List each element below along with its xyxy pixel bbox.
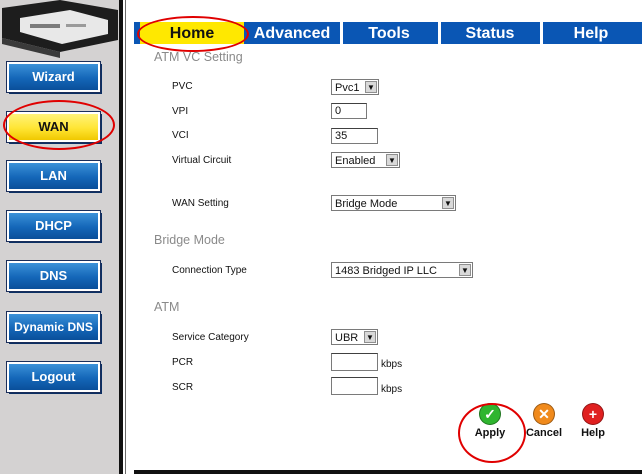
wan-setting-value: Bridge Mode	[335, 198, 398, 210]
main-bottom-border	[134, 470, 642, 474]
vci-label: VCI	[172, 130, 189, 141]
sidebar-item-logout[interactable]: Logout	[6, 361, 101, 393]
sidebar-item-wizard[interactable]: Wizard	[6, 61, 101, 93]
pcr-label: PCR	[172, 357, 194, 368]
tab-separator	[540, 22, 543, 44]
sidebar-item-label: Wizard	[32, 69, 75, 84]
sidebar-item-dns[interactable]: DNS	[6, 260, 101, 292]
vci-input[interactable]: 35	[331, 128, 378, 144]
vpi-input[interactable]: 0	[331, 103, 367, 119]
tab-status[interactable]: Status	[442, 22, 538, 44]
sidebar-item-label: DNS	[39, 268, 68, 283]
virtual-circuit-value: Enabled	[335, 155, 376, 167]
sidebar-item-dynamic-dns[interactable]: Dynamic DNS	[6, 311, 101, 343]
virtual-circuit-select[interactable]: Enabled ▼	[331, 152, 400, 168]
sidebar-item-label: Logout	[31, 369, 76, 384]
tab-home[interactable]: Home	[140, 22, 244, 44]
vpi-label: VPI	[172, 106, 189, 117]
tab-label: Status	[465, 25, 515, 42]
sidebar-item-wan[interactable]: WAN	[6, 111, 101, 143]
tab-label: Help	[573, 25, 609, 42]
connection-type-select[interactable]: 1483 Bridged IP LLC ▼	[331, 262, 473, 278]
section-title-atm: ATM	[154, 300, 180, 314]
tab-label: Advanced	[253, 25, 331, 42]
chevron-down-icon: ▼	[442, 197, 454, 209]
chevron-down-icon: ▼	[364, 331, 376, 343]
top-tab-bar: Home Advanced Tools Status Help	[134, 22, 642, 44]
chevron-down-icon: ▼	[386, 154, 398, 166]
tab-label: Tools	[368, 25, 410, 42]
cancel-label: Cancel	[525, 427, 563, 439]
chevron-down-icon: ▼	[459, 264, 471, 276]
wan-setting-select[interactable]: Bridge Mode ▼	[331, 195, 456, 211]
sidebar-item-label: WAN	[38, 119, 69, 134]
sidebar-item-label: DHCP	[35, 218, 72, 233]
pcr-unit: kbps	[381, 359, 403, 370]
tab-separator	[340, 22, 343, 44]
sidebar-divider-line	[125, 0, 126, 474]
scr-label: SCR	[172, 382, 194, 393]
sidebar-item-label: LAN	[40, 168, 67, 183]
section-title-atm-vc: ATM VC Setting	[154, 50, 243, 64]
sidebar: Wizard WAN LAN DHCP DNS Dynamic DNS Logo…	[0, 0, 120, 474]
section-title-bridge-mode: Bridge Mode	[154, 233, 225, 247]
connection-type-label: Connection Type	[172, 265, 247, 276]
plus-help-icon: +	[582, 403, 604, 425]
tab-advanced[interactable]: Advanced	[246, 22, 338, 44]
main-content: ATM VC Setting PVC Pvc1 ▼ VPI 0 VCI 35 V…	[134, 44, 642, 474]
tab-label: Home	[169, 25, 215, 42]
tab-tools[interactable]: Tools	[344, 22, 434, 44]
service-category-value: UBR	[335, 332, 359, 344]
chevron-down-icon: ▼	[365, 81, 377, 93]
pvc-label: PVC	[172, 81, 193, 92]
sidebar-item-dhcp[interactable]: DHCP	[6, 210, 101, 242]
scr-input[interactable]	[331, 377, 378, 395]
help-label: Help	[581, 427, 605, 439]
scr-unit: kbps	[381, 384, 403, 395]
cancel-button[interactable]: ✕ Cancel	[524, 403, 564, 439]
sidebar-divider	[119, 0, 123, 474]
tab-separator	[438, 22, 441, 44]
pvc-value: Pvc1	[335, 82, 360, 94]
pcr-input[interactable]	[331, 353, 378, 371]
pvc-select[interactable]: Pvc1 ▼	[331, 79, 379, 95]
cancel-x-icon: ✕	[533, 403, 555, 425]
router-device-icon	[0, 0, 120, 70]
sidebar-item-label: Dynamic DNS	[14, 320, 93, 334]
sidebar-item-lan[interactable]: LAN	[6, 160, 101, 192]
service-category-label: Service Category	[172, 332, 249, 343]
service-category-select[interactable]: UBR ▼	[331, 329, 378, 345]
apply-label: Apply	[474, 427, 506, 439]
tab-help[interactable]: Help	[544, 22, 638, 44]
checkmark-icon: ✓	[479, 403, 501, 425]
help-button[interactable]: + Help	[576, 403, 610, 439]
apply-button[interactable]: ✓ Apply	[472, 403, 508, 439]
connection-type-value: 1483 Bridged IP LLC	[335, 265, 437, 277]
wan-setting-label: WAN Setting	[172, 198, 229, 209]
virtual-circuit-label: Virtual Circuit	[172, 155, 232, 166]
